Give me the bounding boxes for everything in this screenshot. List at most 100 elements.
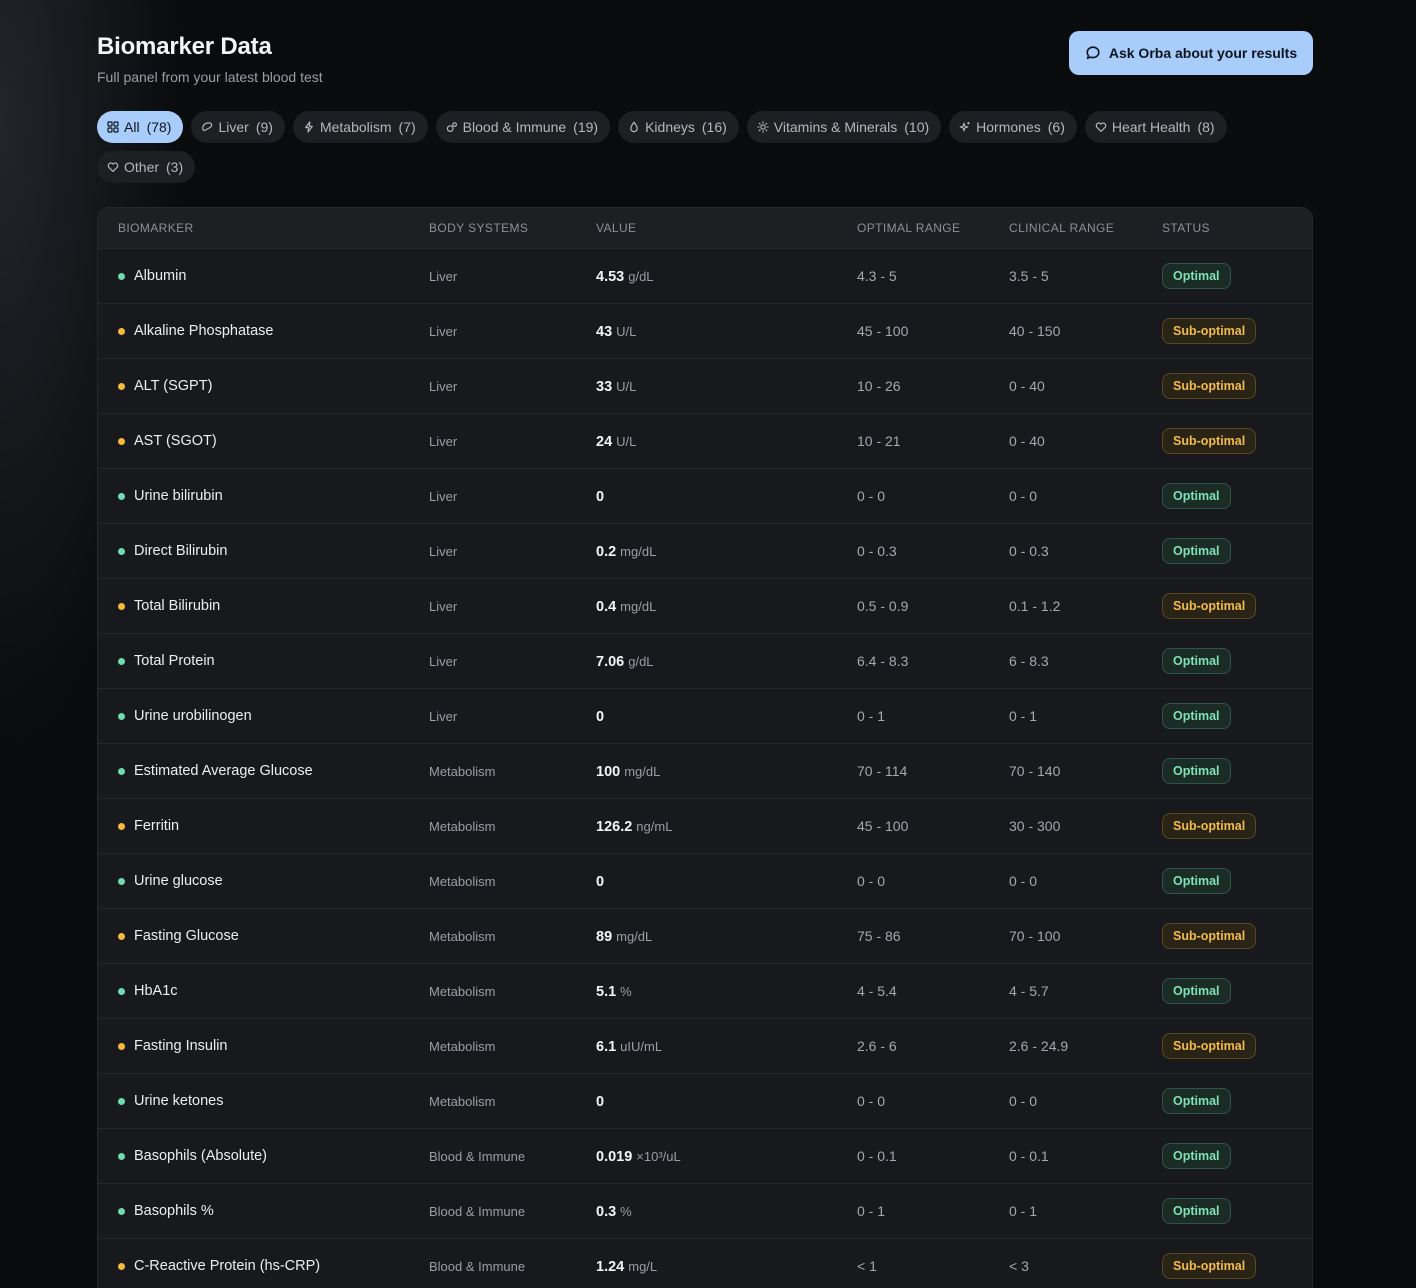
status-badge: Sub-optimal xyxy=(1162,318,1257,344)
ask-orba-label: Ask Orba about your results xyxy=(1108,45,1298,61)
status-badge: Optimal xyxy=(1162,1088,1231,1114)
value-cell: 33 U/L xyxy=(596,378,857,395)
body-system: Metabolism xyxy=(429,1094,496,1109)
filter-chip-vitamins-minerals[interactable]: Vitamins & Minerals (10) xyxy=(746,111,942,143)
biomarker-name: Total Bilirubin xyxy=(134,598,221,614)
value-cell: 43 U/L xyxy=(596,323,857,340)
optimal-range: 2.6 - 6 xyxy=(857,1038,897,1054)
value-cell: 1.24 mg/L xyxy=(596,1258,857,1275)
status-dot xyxy=(118,492,125,500)
status-badge: Optimal xyxy=(1162,868,1231,894)
body-system: Liver xyxy=(429,709,458,724)
biomarker-name: Alkaline Phosphatase xyxy=(134,323,274,339)
blood-cells-icon xyxy=(446,121,458,133)
table-row[interactable]: C-Reactive Protein (hs-CRP) Blood & Immun… xyxy=(98,1238,1312,1288)
body-system: Liver xyxy=(429,599,458,614)
page-title: Biomarker Data xyxy=(97,33,272,60)
biomarker-name: Ferritin xyxy=(134,818,180,834)
optimal-range: 0.5 - 0.9 xyxy=(857,598,909,614)
biomarker-value: 126.2 xyxy=(596,818,633,835)
biomarker-cell: Alkaline Phosphatase xyxy=(98,323,429,339)
value-cell: 0 xyxy=(596,488,857,505)
filter-chip-hormones[interactable]: Hormones (6) xyxy=(949,111,1077,143)
optimal-range: 0 - 1 xyxy=(857,708,886,724)
biomarker-name: Urine glucose xyxy=(134,873,223,889)
biomarker-cell: Total Bilirubin xyxy=(98,598,429,614)
body-system: Metabolism xyxy=(429,929,496,944)
clinical-range: 0 - 0 xyxy=(1009,488,1038,504)
table-row[interactable]: HbA1c Metabolism 5.1% 4 - 5.4 4 - 5.7 Optimal xyxy=(98,963,1312,1018)
body-system: Blood & Immune xyxy=(429,1259,526,1274)
status-badge: Optimal xyxy=(1162,703,1231,729)
filter-chip-count: (19) xyxy=(573,119,599,135)
clinical-range: 0.1 - 1.2 xyxy=(1009,598,1061,614)
filter-chip-count: (3) xyxy=(166,159,184,175)
filter-chip-kidneys[interactable]: Kidneys (16) xyxy=(618,111,739,143)
filter-chip-liver[interactable]: Liver (9) xyxy=(191,111,285,143)
table-row[interactable]: Total Bilirubin Liver 0.4 mg/dL 0.5 - 0.9 0.1… xyxy=(98,578,1312,633)
status-dot xyxy=(118,1097,125,1105)
table-row[interactable]: Urine urobilinogen Liver 0 0 - 1 0 - 1 Optima… xyxy=(98,688,1312,743)
table-row[interactable]: Albumin Liver 4.53 g/dL 4.3 - 5 3.5 - 5 Optima… xyxy=(98,248,1312,303)
table-row[interactable]: Basophils (Absolute) Blood & Immune 0.019 ×… xyxy=(98,1128,1312,1183)
biomarker-value: 4.53 xyxy=(596,268,625,285)
table-row[interactable]: Estimated Average Glucose Metabolism 100 mg… xyxy=(98,743,1312,798)
clinical-range: 3.5 - 5 xyxy=(1009,268,1049,284)
body-system: Metabolism xyxy=(429,819,496,834)
filter-chip-metabolism[interactable]: Metabolism (7) xyxy=(292,111,428,143)
biomarker-cell: HbA1c xyxy=(98,983,429,999)
filter-chip-label: Vitamins & Minerals xyxy=(773,119,898,135)
filter-chip-heart-health[interactable]: Heart Health (8) xyxy=(1084,111,1227,143)
filter-chip-label: Kidneys xyxy=(645,119,695,135)
filter-chip-blood-immune[interactable]: Blood & Immune (19) xyxy=(435,111,611,143)
filter-chip-count: (6) xyxy=(1047,119,1065,135)
biomarker-value: 0.2 xyxy=(596,543,617,560)
filter-chip-all[interactable]: All (78) xyxy=(97,111,184,143)
table-row[interactable]: Fasting Glucose Metabolism 89 mg/dL 75 - 86 7… xyxy=(98,908,1312,963)
clinical-range: 0 - 1 xyxy=(1009,1203,1038,1219)
table-row[interactable]: AST (SGOT) Liver 24 U/L 10 - 21 0 - 40 Sub-opt… xyxy=(98,413,1312,468)
biomarker-value: 100 xyxy=(596,763,621,780)
value-cell: 0 xyxy=(596,708,857,725)
table-row[interactable]: Urine glucose Metabolism 0 0 - 0 0 - 0 Optima… xyxy=(98,853,1312,908)
table-row[interactable]: Basophils % Blood & Immune 0.3% 0 - 10 - 1O… xyxy=(98,1183,1312,1238)
table-row[interactable]: Urine ketones Metabolism 0 0 - 0 0 - 0 Optima… xyxy=(98,1073,1312,1128)
table-row[interactable]: Fasting Insulin Metabolism 6.1 uIU/mL 2.6 - … xyxy=(98,1018,1312,1073)
biomarker-name: Albumin xyxy=(134,268,187,284)
optimal-range: 0 - 0.1 xyxy=(857,1148,897,1164)
table-row[interactable]: Direct Bilirubin Liver 0.2 mg/dL 0 - 0.3 0 - … xyxy=(98,523,1312,578)
status-dot xyxy=(118,1262,125,1270)
column-header-clinical-range: Clinical Range xyxy=(1009,221,1115,235)
body-system: Blood & Immune xyxy=(429,1149,526,1164)
value-cell: 0.4 mg/dL xyxy=(596,598,857,615)
value-cell: 5.1% xyxy=(596,983,857,1000)
filter-chip-other[interactable]: Other (3) xyxy=(97,151,196,183)
column-header-body-systems: Body Systems xyxy=(429,221,529,235)
clinical-range: 6 - 8.3 xyxy=(1009,653,1049,669)
status-badge: Sub-optimal xyxy=(1162,593,1257,619)
biomarker-table: Biomarker Body Systems Value Optimal Ran… xyxy=(97,207,1313,1288)
status-dot xyxy=(118,932,125,940)
biomarker-value: 0 xyxy=(596,488,605,505)
biomarker-unit: mg/L xyxy=(628,1258,658,1274)
ask-orba-button[interactable]: Ask Orba about your results xyxy=(1069,31,1313,75)
page-subtitle: Full panel from your latest blood test xyxy=(97,69,323,85)
table-row[interactable]: Alkaline Phosphatase Liver 43 U/L 45 - 100 40… xyxy=(98,303,1312,358)
page-header: Biomarker Data Full panel from your late… xyxy=(97,0,1313,100)
biomarker-name: C-Reactive Protein (hs-CRP) xyxy=(134,1258,321,1274)
status-dot xyxy=(118,767,125,775)
biomarker-name: Fasting Glucose xyxy=(134,928,239,944)
table-row[interactable]: ALT (SGPT) Liver 33 U/L 10 - 26 0 - 40 Sub-opt… xyxy=(98,358,1312,413)
body-system: Liver xyxy=(429,654,458,669)
biomarker-value: 24 xyxy=(596,433,613,450)
table-row[interactable]: Ferritin Metabolism 126.2 ng/mL 45 - 100 30 -… xyxy=(98,798,1312,853)
biomarker-name: Estimated Average Glucose xyxy=(134,763,313,779)
status-badge: Sub-optimal xyxy=(1162,428,1257,454)
body-system: Liver xyxy=(429,324,458,339)
table-row[interactable]: Total Protein Liver 7.06 g/dL 6.4 - 8.3 6 - 8… xyxy=(98,633,1312,688)
status-badge: Optimal xyxy=(1162,1143,1231,1169)
filter-chip-label: Hormones xyxy=(976,119,1041,135)
table-row[interactable]: Urine bilirubin Liver 0 0 - 0 0 - 0 Optimal xyxy=(98,468,1312,523)
clinical-range: < 3 xyxy=(1009,1258,1029,1274)
chat-bubble-icon xyxy=(1086,46,1100,60)
